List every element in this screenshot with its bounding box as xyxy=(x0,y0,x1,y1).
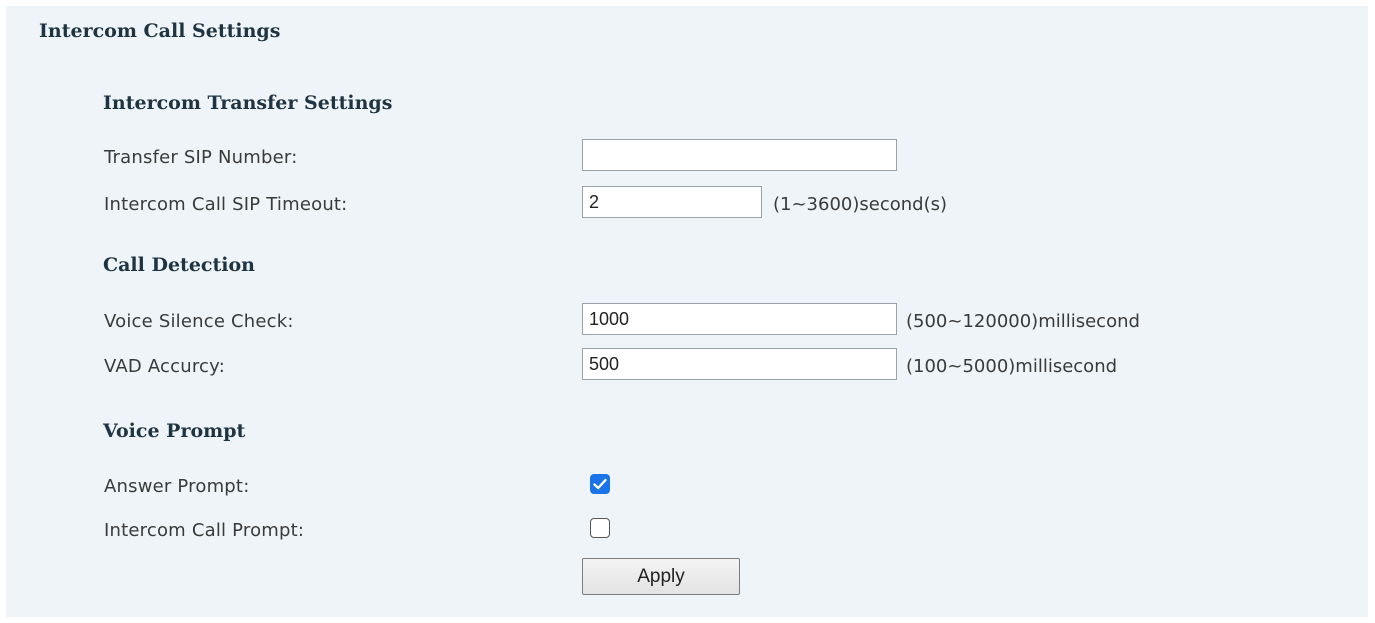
transfer-sip-number-input[interactable] xyxy=(582,139,897,171)
voice-silence-check-input[interactable] xyxy=(582,303,897,335)
intercom-sip-timeout-input[interactable] xyxy=(582,186,762,218)
vad-accuracy-label: VAD Accurcy: xyxy=(104,356,225,377)
checkmark-icon xyxy=(593,478,607,490)
intercom-sip-timeout-label: Intercom Call SIP Timeout: xyxy=(104,194,348,215)
vad-accuracy-range-hint: (100~5000)millisecond xyxy=(906,356,1118,377)
apply-button[interactable]: Apply xyxy=(582,558,740,595)
vad-accuracy-input[interactable] xyxy=(582,348,897,380)
section-heading-transfer: Intercom Transfer Settings xyxy=(103,92,393,114)
voice-silence-check-label: Voice Silence Check: xyxy=(104,311,294,332)
sip-timeout-range-hint: (1~3600)second(s) xyxy=(773,194,948,215)
answer-prompt-label: Answer Prompt: xyxy=(104,476,250,497)
intercom-call-prompt-checkbox[interactable] xyxy=(590,518,610,538)
silence-check-range-hint: (500~120000)millisecond xyxy=(906,311,1140,332)
answer-prompt-checkbox[interactable] xyxy=(590,474,610,494)
transfer-sip-number-label: Transfer SIP Number: xyxy=(104,147,298,168)
page-title: Intercom Call Settings xyxy=(39,20,281,42)
section-heading-call-detection: Call Detection xyxy=(103,254,255,276)
section-heading-voice-prompt: Voice Prompt xyxy=(103,420,246,442)
intercom-call-prompt-label: Intercom Call Prompt: xyxy=(104,520,305,541)
settings-panel: Intercom Call Settings Intercom Transfer… xyxy=(6,6,1368,617)
